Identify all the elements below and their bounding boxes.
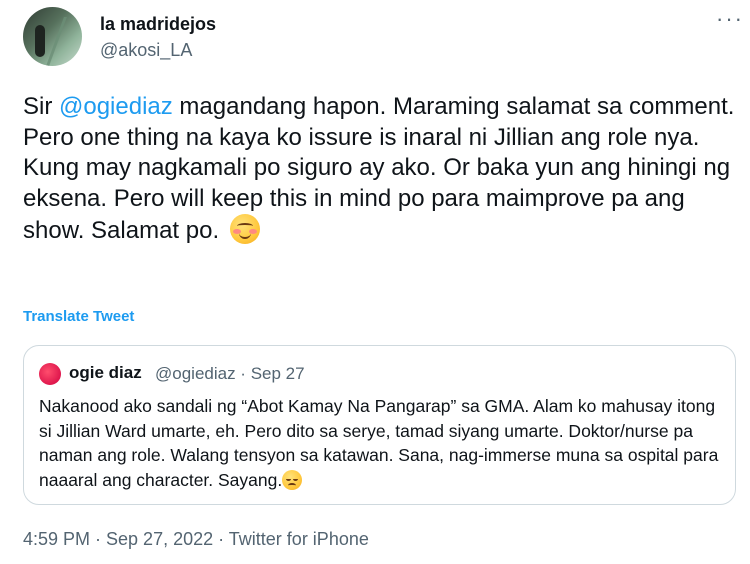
quoted-author-name: ogie diaz — [69, 363, 142, 382]
tweet-timestamp-source[interactable]: 4:59 PM · Sep 27, 2022 · Twitter for iPh… — [23, 529, 369, 550]
translate-tweet-link[interactable]: Translate Tweet — [23, 308, 134, 325]
mention-link[interactable]: @ogiediaz — [59, 93, 173, 120]
quoted-author-meta: @ogiediaz · Sep 27 — [155, 364, 305, 383]
author-handle[interactable]: @akosi_LA — [100, 40, 192, 61]
avatar-figure — [35, 25, 45, 57]
author-avatar[interactable] — [23, 7, 82, 66]
quoted-tweet-body: Nakanood ako sandali ng “Abot Kamay Na P… — [39, 396, 719, 490]
tweet-prefix: Sir — [23, 93, 59, 120]
pensive-face-emoji-icon — [282, 469, 303, 490]
quoted-tweet-text: Nakanood ako sandali ng “Abot Kamay Na P… — [39, 394, 724, 492]
avatar-rail — [42, 17, 82, 66]
more-options-icon[interactable]: ··· — [716, 6, 744, 32]
smiling-face-emoji-icon — [229, 214, 260, 244]
quoted-author-avatar — [39, 363, 61, 385]
tweet-text: Sir @ogiediaz magandang hapon. Maraming … — [23, 92, 738, 247]
author-name[interactable]: la madridejos — [100, 14, 216, 35]
quoted-tweet[interactable]: ogie diaz @ogiediaz · Sep 27 Nakanood ak… — [23, 345, 736, 505]
